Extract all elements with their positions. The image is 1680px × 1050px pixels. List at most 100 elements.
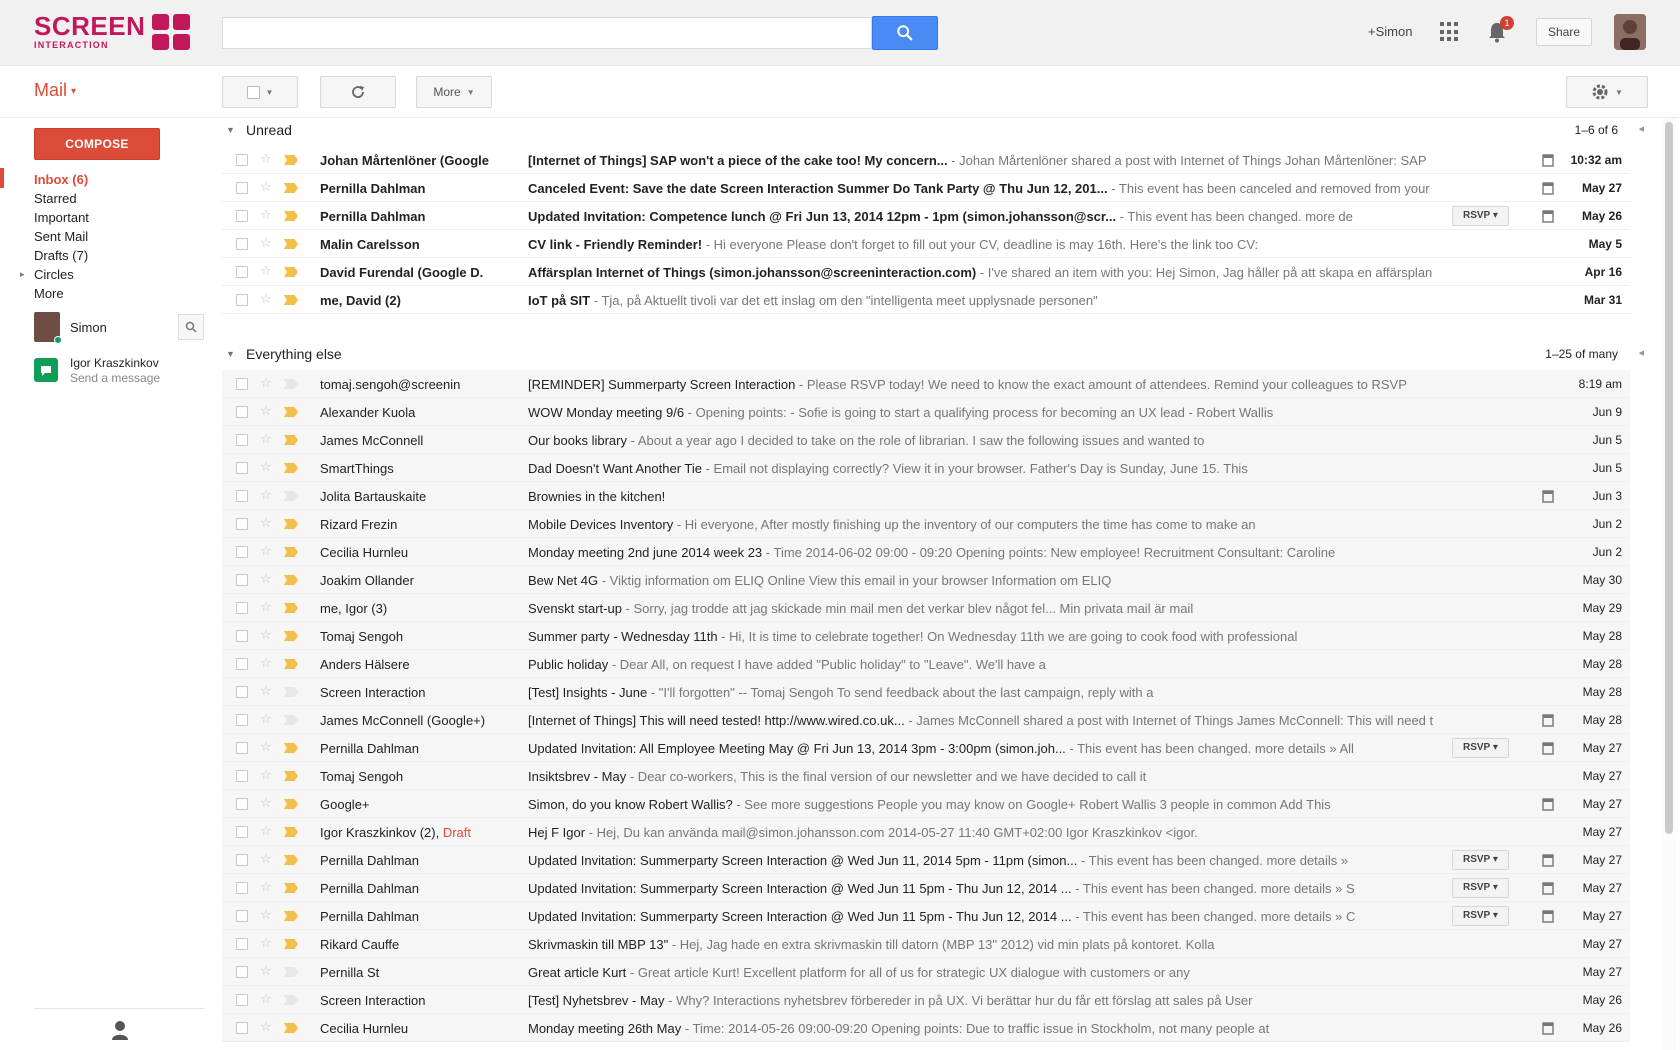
importance-marker-icon[interactable] xyxy=(284,575,298,585)
star-icon[interactable]: ☆ xyxy=(260,964,274,978)
importance-marker-icon[interactable] xyxy=(284,1023,298,1033)
scrollbar[interactable] xyxy=(1662,118,1676,1050)
star-icon[interactable]: ☆ xyxy=(260,572,274,586)
select-checkbox[interactable] xyxy=(236,434,248,446)
select-checkbox[interactable] xyxy=(236,770,248,782)
importance-marker-icon[interactable] xyxy=(284,883,298,893)
star-icon[interactable]: ☆ xyxy=(260,936,274,950)
star-icon[interactable]: ☆ xyxy=(260,544,274,558)
email-row[interactable]: ☆ David Furendal (Google D. Affärsplan Int… xyxy=(222,258,1630,286)
email-row[interactable]: ☆ James McConnell (Google+) [Internet of T… xyxy=(222,706,1630,734)
select-checkbox[interactable] xyxy=(236,602,248,614)
star-icon[interactable]: ☆ xyxy=(260,432,274,446)
star-icon[interactable]: ☆ xyxy=(260,1020,274,1034)
person-icon[interactable] xyxy=(110,1019,130,1041)
select-checkbox[interactable] xyxy=(236,910,248,922)
sidebar-item-important[interactable]: Important xyxy=(34,208,204,227)
importance-marker-icon[interactable] xyxy=(284,379,298,389)
email-row[interactable]: ☆ James McConnell Our books library - Abou… xyxy=(222,426,1630,454)
email-row[interactable]: ☆ tomaj.sengoh@screenin [REMINDER] Summerp… xyxy=(222,370,1630,398)
star-icon[interactable]: ☆ xyxy=(260,292,274,306)
importance-marker-icon[interactable] xyxy=(284,239,298,249)
chat-search-button[interactable] xyxy=(178,314,204,340)
star-icon[interactable]: ☆ xyxy=(260,824,274,838)
section-options-icon[interactable]: ◂ xyxy=(1638,122,1644,135)
importance-marker-icon[interactable] xyxy=(284,155,298,165)
importance-marker-icon[interactable] xyxy=(284,967,298,977)
importance-marker-icon[interactable] xyxy=(284,827,298,837)
importance-marker-icon[interactable] xyxy=(284,743,298,753)
importance-marker-icon[interactable] xyxy=(284,939,298,949)
star-icon[interactable]: ☆ xyxy=(260,516,274,530)
select-checkbox[interactable] xyxy=(236,938,248,950)
select-checkbox[interactable] xyxy=(246,85,260,99)
email-row[interactable]: ☆ Screen Interaction [Test] Nyhetsbrev - M… xyxy=(222,986,1630,1014)
select-checkbox[interactable] xyxy=(236,294,248,306)
sidebar-item-drafts[interactable]: Drafts (7) xyxy=(34,246,204,265)
email-row[interactable]: ☆ Pernilla Dahlman Canceled Event: Save th… xyxy=(222,174,1630,202)
apps-grid-icon[interactable] xyxy=(1440,22,1460,42)
select-checkbox[interactable] xyxy=(236,686,248,698)
email-row[interactable]: ☆ Cecilia Hurnleu Monday meeting 26th May … xyxy=(222,1014,1630,1042)
settings-button[interactable]: ▼ xyxy=(1566,76,1648,108)
star-icon[interactable]: ☆ xyxy=(260,880,274,894)
importance-marker-icon[interactable] xyxy=(284,267,298,277)
star-icon[interactable]: ☆ xyxy=(260,768,274,782)
select-checkbox[interactable] xyxy=(236,490,248,502)
search-button[interactable] xyxy=(872,16,938,50)
select-checkbox[interactable] xyxy=(236,798,248,810)
star-icon[interactable]: ☆ xyxy=(260,180,274,194)
email-row[interactable]: ☆ Screen Interaction [Test] Insights - Jun… xyxy=(222,678,1630,706)
importance-marker-icon[interactable] xyxy=(284,519,298,529)
select-checkbox[interactable] xyxy=(236,826,248,838)
email-row[interactable]: ☆ Malin Carelsson CV link - Friendly Remin… xyxy=(222,230,1630,258)
select-checkbox[interactable] xyxy=(236,658,248,670)
importance-marker-icon[interactable] xyxy=(284,407,298,417)
importance-marker-icon[interactable] xyxy=(284,491,298,501)
rsvp-button[interactable]: RSVP ▾ xyxy=(1452,878,1509,898)
collapse-triangle-icon[interactable]: ▼ xyxy=(226,349,235,359)
importance-marker-icon[interactable] xyxy=(284,995,298,1005)
sidebar-item-starred[interactable]: Starred xyxy=(34,189,204,208)
importance-marker-icon[interactable] xyxy=(284,603,298,613)
star-icon[interactable]: ☆ xyxy=(260,404,274,418)
importance-marker-icon[interactable] xyxy=(284,855,298,865)
importance-marker-icon[interactable] xyxy=(284,435,298,445)
importance-marker-icon[interactable] xyxy=(284,799,298,809)
search-input[interactable] xyxy=(222,17,872,49)
select-checkbox[interactable] xyxy=(236,266,248,278)
chat-self-status[interactable]: Simon xyxy=(34,312,204,348)
email-row[interactable]: ☆ Tomaj Sengoh Summer party - Wednesday 11… xyxy=(222,622,1630,650)
rsvp-button[interactable]: RSVP ▾ xyxy=(1452,850,1509,870)
select-checkbox[interactable] xyxy=(236,630,248,642)
more-actions-button[interactable]: More ▼ xyxy=(416,76,492,108)
email-row[interactable]: ☆ me, David (2) IoT på SIT - Tja, på Aktue… xyxy=(222,286,1630,314)
star-icon[interactable]: ☆ xyxy=(260,264,274,278)
star-icon[interactable]: ☆ xyxy=(260,656,274,670)
sidebar-item-circles[interactable]: Circles xyxy=(20,265,204,284)
star-icon[interactable]: ☆ xyxy=(260,908,274,922)
email-row[interactable]: ☆ SmartThings Dad Doesn't Want Another Tie… xyxy=(222,454,1630,482)
email-row[interactable]: ☆ Pernilla Dahlman Updated Invitation: Com… xyxy=(222,202,1630,230)
sidebar-item-sent-mail[interactable]: Sent Mail xyxy=(34,227,204,246)
email-row[interactable]: ☆ Pernilla Dahlman Updated Invitation: Sum… xyxy=(222,874,1630,902)
importance-marker-icon[interactable] xyxy=(284,771,298,781)
rsvp-button[interactable]: RSVP ▾ xyxy=(1452,206,1509,226)
email-row[interactable]: ☆ Jolita Bartauskaite Brownies in the kitc… xyxy=(222,482,1630,510)
email-row[interactable]: ☆ Pernilla Dahlman Updated Invitation: All… xyxy=(222,734,1630,762)
unread-section-header[interactable]: ▼ Unread 1–6 of 6 ◂ xyxy=(222,118,1648,144)
notification-count-badge[interactable]: 1 xyxy=(1500,16,1514,30)
email-row[interactable]: ☆ Anders Hälsere Public holiday - Dear All… xyxy=(222,650,1630,678)
email-row[interactable]: ☆ Igor Kraszkinkov (2), Draft Hej F Igor -… xyxy=(222,818,1630,846)
star-icon[interactable]: ☆ xyxy=(260,152,274,166)
chat-contact-item[interactable]: Igor Kraszkinkov Send a message xyxy=(34,356,204,390)
select-checkbox[interactable] xyxy=(236,378,248,390)
select-checkbox[interactable] xyxy=(236,238,248,250)
collapse-triangle-icon[interactable]: ▼ xyxy=(226,125,235,135)
email-row[interactable]: ☆ Johan Mårtenlöner (Google [Internet of T… xyxy=(222,146,1630,174)
section-options-icon[interactable]: ◂ xyxy=(1638,346,1644,359)
importance-marker-icon[interactable] xyxy=(284,211,298,221)
star-icon[interactable]: ☆ xyxy=(260,376,274,390)
importance-marker-icon[interactable] xyxy=(284,547,298,557)
select-checkbox[interactable] xyxy=(236,966,248,978)
